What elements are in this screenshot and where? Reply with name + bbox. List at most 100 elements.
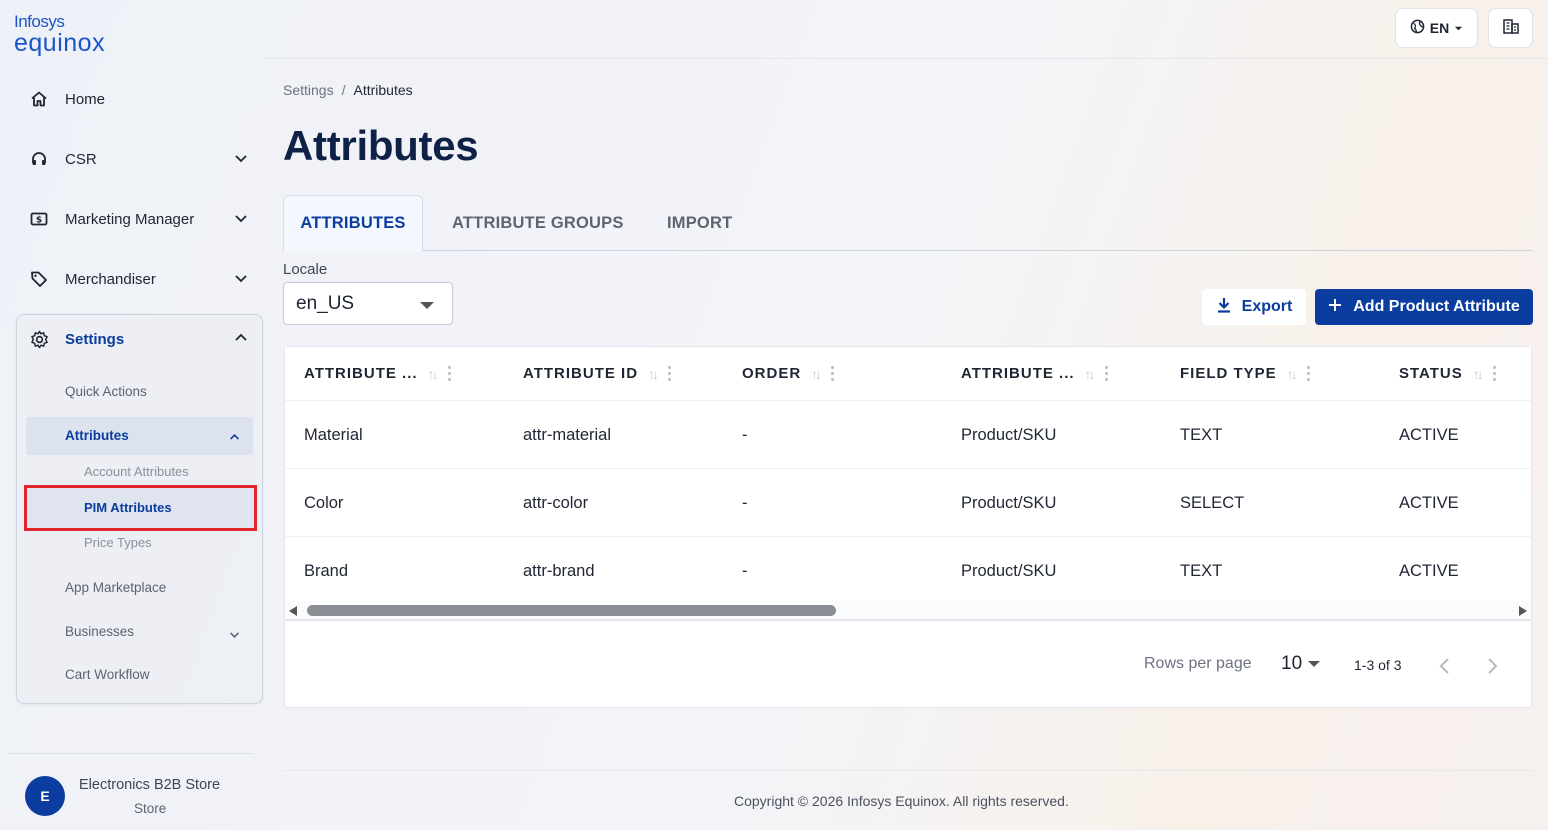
chevron-down-icon bbox=[234, 151, 248, 169]
tab-bar: ATTRIBUTES ATTRIBUTE GROUPS IMPORT bbox=[283, 195, 1533, 252]
caret-down-icon bbox=[1308, 661, 1321, 667]
table-cell: ACTIVE bbox=[1399, 561, 1459, 580]
table-cell: attr-material bbox=[523, 425, 612, 444]
table-cell: Brand bbox=[304, 561, 349, 580]
column-header-label: STATUS bbox=[1399, 365, 1463, 382]
sidebar-item-attributes[interactable] bbox=[26, 417, 253, 455]
header-divider bbox=[265, 58, 1548, 59]
logo-line2: equinox bbox=[14, 29, 106, 57]
chevron-down-icon bbox=[229, 627, 240, 645]
sort-icon[interactable]: ↑↓ bbox=[1473, 366, 1484, 382]
store-name: Electronics B2B Store bbox=[79, 777, 221, 793]
breadcrumb-current: Attributes bbox=[353, 82, 413, 98]
column-menu-icon[interactable] bbox=[831, 366, 835, 381]
locale-select[interactable]: en_US bbox=[283, 282, 453, 325]
tab-import[interactable]: IMPORT bbox=[667, 195, 732, 251]
sidebar-item-label: CSR bbox=[65, 150, 97, 168]
previous-page-icon[interactable] bbox=[1438, 657, 1452, 680]
table-cell: Color bbox=[304, 493, 344, 512]
rows-per-page-label: Rows per page bbox=[1144, 655, 1252, 672]
sidebar-item-marketing-manager[interactable]: $ Marketing Manager bbox=[28, 204, 250, 234]
rows-per-page-value: 10 bbox=[1281, 653, 1303, 674]
rows-per-page-select[interactable]: 10 bbox=[1281, 653, 1321, 675]
breadcrumb-settings[interactable]: Settings bbox=[283, 82, 334, 98]
sidebar-item-attributes-label: Attributes bbox=[65, 428, 129, 443]
column-menu-icon[interactable] bbox=[1104, 366, 1108, 381]
download-icon bbox=[1216, 296, 1232, 319]
sidebar-item-settings[interactable]: Settings bbox=[28, 324, 250, 354]
chevron-up-icon bbox=[229, 430, 240, 448]
infosys-equinox-logo[interactable]: Infosys equinox bbox=[14, 12, 106, 57]
tab-attribute-groups[interactable]: ATTRIBUTE GROUPS bbox=[452, 195, 624, 251]
sort-icon[interactable]: ↑↓ bbox=[648, 366, 659, 382]
table-cell: ACTIVE bbox=[1399, 493, 1459, 512]
sidebar-item-app-marketplace[interactable]: App Marketplace bbox=[65, 580, 166, 595]
sidebar-item-label: Marketing Manager bbox=[65, 210, 195, 228]
export-button[interactable]: Export bbox=[1202, 289, 1306, 325]
chevron-down-icon bbox=[234, 211, 248, 229]
column-header[interactable]: ATTRIBUTE ... ↑↓ bbox=[961, 365, 1108, 382]
chevron-up-icon bbox=[234, 331, 248, 349]
sidebar-item-home[interactable]: Home bbox=[28, 84, 250, 114]
column-header-label: FIELD TYPE bbox=[1180, 365, 1277, 382]
column-menu-icon[interactable] bbox=[1306, 366, 1310, 381]
logo-line1: Infosys bbox=[14, 12, 65, 31]
caret-down-icon bbox=[1454, 20, 1463, 36]
scroll-right-icon[interactable] bbox=[1519, 606, 1527, 616]
store-avatar[interactable]: E bbox=[25, 776, 65, 816]
column-header[interactable]: ATTRIBUTE ... ↑↓ bbox=[304, 365, 451, 382]
sort-icon[interactable]: ↑↓ bbox=[428, 366, 439, 382]
sidebar-item-merchandiser[interactable]: Merchandiser bbox=[28, 264, 250, 294]
add-product-attribute-button[interactable]: Add Product Attribute bbox=[1315, 289, 1533, 325]
scrollbar-thumb[interactable] bbox=[307, 605, 836, 616]
column-menu-icon[interactable] bbox=[668, 366, 672, 381]
column-header-label: ATTRIBUTE ... bbox=[304, 365, 418, 382]
column-menu-icon[interactable] bbox=[1492, 366, 1496, 381]
building-icon bbox=[1502, 17, 1520, 40]
column-header[interactable]: ORDER ↑↓ bbox=[742, 365, 835, 382]
column-header-label: ATTRIBUTE ID bbox=[523, 365, 639, 382]
sidebar: Infosys equinox Home CSR $ Marketing Man… bbox=[0, 0, 268, 830]
breadcrumb: Settings / Attributes bbox=[283, 82, 413, 98]
sort-icon[interactable]: ↑↓ bbox=[1085, 366, 1096, 382]
table-cell: - bbox=[742, 561, 748, 580]
column-header[interactable]: FIELD TYPE ↑↓ bbox=[1180, 365, 1310, 382]
column-menu-icon[interactable] bbox=[447, 366, 451, 381]
table-cell: - bbox=[742, 425, 748, 444]
table-header: ATTRIBUTE ... ↑↓ ATTRIBUTE ID ↑↓ ORDER ↑↓ A… bbox=[285, 347, 1531, 401]
column-header[interactable]: ATTRIBUTE ID ↑↓ bbox=[523, 365, 672, 382]
plus-icon bbox=[1328, 298, 1342, 317]
language-selector[interactable]: EN bbox=[1395, 8, 1478, 48]
caret-down-icon bbox=[420, 302, 434, 309]
footer-divider bbox=[283, 770, 1533, 771]
sidebar-item-label: Merchandiser bbox=[65, 270, 156, 288]
table-row[interactable]: Material attr-material - Product/SKU TEX… bbox=[285, 401, 1531, 469]
page-title: Attributes bbox=[283, 122, 479, 169]
sort-icon[interactable]: ↑↓ bbox=[811, 366, 822, 382]
add-label: Add Product Attribute bbox=[1353, 298, 1520, 315]
tag-icon bbox=[28, 268, 50, 290]
svg-text:$: $ bbox=[36, 216, 42, 226]
sidebar-item-price-types[interactable]: Price Types bbox=[84, 535, 152, 550]
chevron-down-icon bbox=[234, 271, 248, 289]
column-header[interactable]: STATUS ↑↓ bbox=[1399, 365, 1496, 382]
sort-icon[interactable]: ↑↓ bbox=[1287, 366, 1298, 382]
sidebar-item-csr[interactable]: CSR bbox=[28, 144, 250, 174]
sidebar-item-quick-actions[interactable]: Quick Actions bbox=[65, 384, 147, 399]
table-row[interactable]: Color attr-color - Product/SKU SELECT AC… bbox=[285, 469, 1531, 537]
gear-icon bbox=[28, 328, 50, 350]
sidebar-item-account-attributes[interactable]: Account Attributes bbox=[84, 464, 189, 479]
next-page-icon[interactable] bbox=[1485, 657, 1499, 680]
horizontal-scrollbar[interactable] bbox=[285, 601, 1531, 621]
copyright-text: Copyright © 2026 Infosys Equinox. All ri… bbox=[734, 793, 1069, 809]
sidebar-item-businesses[interactable]: Businesses bbox=[65, 624, 134, 639]
sidebar-item-cart-workflow[interactable]: Cart Workflow bbox=[65, 667, 150, 682]
table-cell: Product/SKU bbox=[961, 425, 1057, 444]
scroll-left-icon[interactable] bbox=[289, 606, 297, 616]
table-row[interactable]: Brand attr-brand - Product/SKU TEXT ACTI… bbox=[285, 537, 1531, 605]
store-type: Store bbox=[134, 801, 167, 816]
table-cell: TEXT bbox=[1180, 425, 1223, 444]
store-switcher-button[interactable] bbox=[1488, 8, 1533, 48]
column-header-label: ORDER bbox=[742, 365, 802, 382]
tab-attributes[interactable]: ATTRIBUTES bbox=[283, 195, 423, 252]
